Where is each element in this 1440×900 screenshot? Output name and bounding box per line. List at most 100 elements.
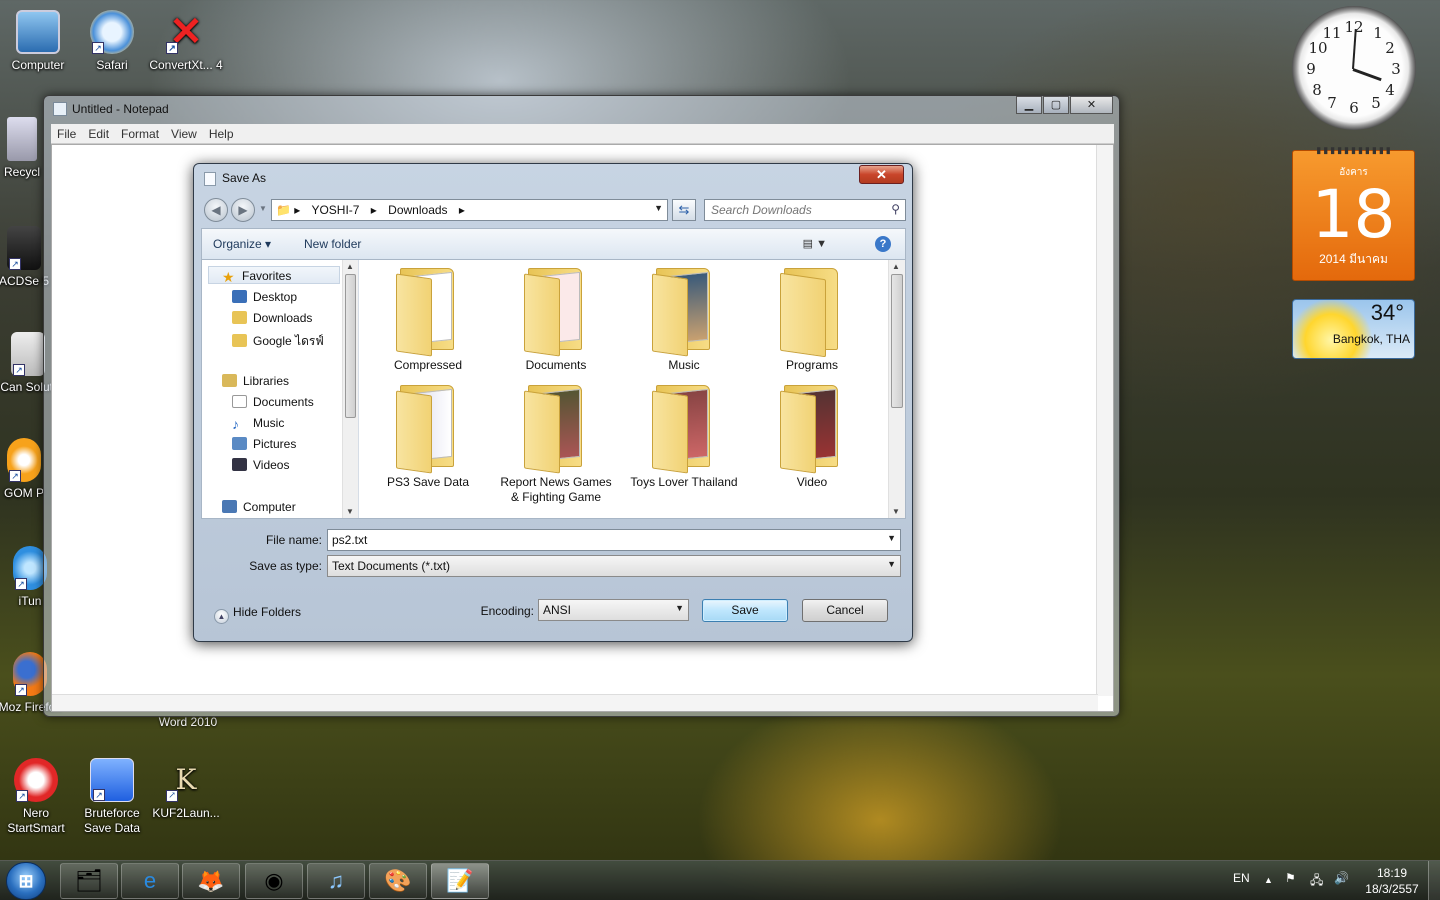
maximize-button[interactable]: ▢ xyxy=(1043,96,1069,114)
canon-menu-icon: ↗ xyxy=(11,332,45,376)
nav-pane-scrollbar[interactable]: ▲ ▼ xyxy=(342,260,358,518)
folder-item[interactable]: Documents xyxy=(500,264,612,373)
dialog-close-button[interactable]: ✕ xyxy=(859,165,904,184)
taskbar-paint-icon[interactable]: 🎨 xyxy=(369,863,427,899)
computer-icon xyxy=(16,10,60,54)
volume-icon[interactable]: 🔊 xyxy=(1334,871,1349,885)
network-icon[interactable]: 🖧 xyxy=(1310,871,1323,892)
show-hidden-icons-icon[interactable]: ▲ xyxy=(1264,875,1273,885)
hide-folders-button[interactable]: ▲ Hide Folders xyxy=(214,605,301,624)
chevron-down-icon[interactable]: ▼ xyxy=(675,603,684,613)
menu-view[interactable]: View xyxy=(165,124,203,143)
desktop-icon-safari[interactable]: ↗ Safari xyxy=(74,10,150,73)
menu-format[interactable]: Format xyxy=(115,124,165,143)
chevron-down-icon[interactable]: ▼ xyxy=(654,203,663,213)
refresh-button[interactable]: ⇆ xyxy=(672,199,696,221)
desktop-icon-word-2010[interactable]: Word 2010 xyxy=(150,715,226,729)
desktop-icon-bruteforce[interactable]: ↗ Bruteforce Save Data xyxy=(74,758,150,836)
file-name-input[interactable]: ps2.txt ▼ xyxy=(327,529,901,551)
navigation-row: ◀ ▶ ▼ 📁 ▸ YOSHI-7 ▸ Downloads ▸ ▼ ⇆ ⚲ xyxy=(202,197,906,223)
file-list-scrollbar[interactable]: ▲ ▼ xyxy=(888,260,905,518)
menu-edit[interactable]: Edit xyxy=(82,124,115,143)
folder-item[interactable]: Report News Games & Fighting Game xyxy=(500,381,612,516)
nav-item-videos[interactable]: Videos xyxy=(232,458,289,472)
file-name: Music xyxy=(668,358,700,372)
taskbar-notepad-icon[interactable]: 📝 xyxy=(431,863,489,899)
clock-gadget[interactable]: 12 1 2 3 4 5 6 7 8 9 10 11 xyxy=(1292,6,1416,130)
scroll-down-icon[interactable]: ▼ xyxy=(346,507,354,516)
weather-gadget[interactable]: 34° Bangkok, THA xyxy=(1292,299,1415,359)
recent-locations-button[interactable]: ▼ xyxy=(257,198,269,222)
file-name: Programs xyxy=(785,358,838,372)
nav-label: Downloads xyxy=(253,311,313,325)
scrollbar-thumb[interactable] xyxy=(891,274,903,408)
cancel-button[interactable]: Cancel xyxy=(802,599,888,622)
nav-item-music[interactable]: ♪ Music xyxy=(232,416,284,432)
language-indicator[interactable]: EN xyxy=(1233,871,1250,885)
change-view-icon[interactable]: ▤ ▼ xyxy=(803,237,827,250)
clock-number: 5 xyxy=(1371,94,1381,112)
breadcrumb-computer[interactable]: YOSHI-7 xyxy=(311,203,359,217)
close-button[interactable]: ✕ xyxy=(1070,96,1113,114)
taskbar-firefox-icon[interactable]: 🦊 xyxy=(182,863,240,899)
back-button[interactable]: ◀ xyxy=(204,198,228,222)
desktop-icon-convertxtodvd[interactable]: ✕ ↗ ConvertXt... 4 xyxy=(148,10,224,73)
breadcrumb-downloads[interactable]: Downloads xyxy=(388,203,447,217)
taskbar-chrome-icon[interactable]: ◉ xyxy=(245,863,303,899)
scroll-down-icon[interactable]: ▼ xyxy=(892,507,900,516)
folder-item[interactable]: Compressed xyxy=(372,264,484,373)
help-icon[interactable]: ? xyxy=(875,236,891,252)
taskbar-internet-explorer-icon[interactable]: e xyxy=(121,863,179,899)
desktop-icon-kuf2launcher[interactable]: K ↗ KUF2Laun... xyxy=(148,758,224,821)
nav-item-pictures[interactable]: Pictures xyxy=(232,437,296,451)
desktop-icon-nero[interactable]: ↗ Nero StartSmart xyxy=(0,758,74,836)
desktop-icon-label: ConvertXt... 4 xyxy=(149,58,223,72)
save-button[interactable]: Save xyxy=(702,599,788,622)
nav-item-desktop[interactable]: Desktop xyxy=(232,290,297,304)
taskbar-itunes-icon[interactable]: ♫ xyxy=(307,863,365,899)
nav-item-documents[interactable]: Documents xyxy=(232,395,314,409)
scroll-up-icon[interactable]: ▲ xyxy=(892,262,900,271)
system-clock[interactable]: 18:19 18/3/2557 xyxy=(1360,865,1424,897)
start-button[interactable]: ⊞ xyxy=(6,862,46,900)
search-input[interactable] xyxy=(711,201,881,219)
menu-file[interactable]: File xyxy=(51,124,82,143)
show-desktop-button[interactable] xyxy=(1428,861,1440,900)
nav-label: Google ไดรฟ์ xyxy=(253,334,324,348)
encoding-select[interactable]: ANSI ▼ xyxy=(538,599,689,621)
chevron-down-icon[interactable]: ▼ xyxy=(887,533,896,543)
horizontal-scrollbar[interactable] xyxy=(52,694,1098,711)
scroll-up-icon[interactable]: ▲ xyxy=(346,262,354,271)
nav-item-libraries[interactable]: Libraries xyxy=(222,374,289,388)
calendar-gadget[interactable]: ▮▮▮▮▮▮▮▮▮▮▮ อังคาร 18 2014 มีนาคม xyxy=(1292,145,1415,281)
taskbar-explorer-icon[interactable]: 🗂 xyxy=(60,863,118,899)
forward-button[interactable]: ▶ xyxy=(231,198,255,222)
hour-hand xyxy=(1352,68,1382,82)
new-folder-button[interactable]: New folder xyxy=(304,237,361,251)
safari-icon: ↗ xyxy=(90,10,134,54)
nav-item-google-drive[interactable]: Google ไดรฟ์ xyxy=(232,332,324,351)
breadcrumb-separator[interactable]: ▸ xyxy=(371,203,377,217)
folder-item[interactable]: Toys Lover Thailand xyxy=(628,381,740,490)
save-as-type-select[interactable]: Text Documents (*.txt) ▼ xyxy=(327,555,901,577)
action-center-flag-icon[interactable]: ⚑ xyxy=(1285,871,1296,885)
folder-item[interactable]: Music xyxy=(628,264,740,373)
breadcrumb-separator[interactable]: ▸ xyxy=(459,203,465,217)
scrollbar-thumb[interactable] xyxy=(345,274,356,418)
nav-item-computer[interactable]: Computer xyxy=(222,500,296,514)
menu-help[interactable]: Help xyxy=(203,124,240,143)
folder-icon: 📁 ▸ xyxy=(276,203,301,217)
nav-item-favorites[interactable]: ★ Favorites xyxy=(222,269,291,285)
desktop-icon-computer[interactable]: Computer xyxy=(0,10,76,73)
chevron-down-icon[interactable]: ▼ xyxy=(887,559,896,569)
organize-button[interactable]: Organize ▾ xyxy=(213,237,271,251)
search-box[interactable]: ⚲ xyxy=(704,199,906,221)
folder-item[interactable]: Programs xyxy=(756,264,868,373)
clock-date: 18/3/2557 xyxy=(1365,882,1419,896)
address-bar[interactable]: 📁 ▸ YOSHI-7 ▸ Downloads ▸ ▼ xyxy=(271,199,668,221)
folder-item[interactable]: Video xyxy=(756,381,868,490)
folder-item[interactable]: PS3 Save Data xyxy=(372,381,484,490)
vertical-scrollbar[interactable] xyxy=(1096,145,1113,696)
nav-item-downloads[interactable]: Downloads xyxy=(232,311,312,325)
minimize-button[interactable]: ▁ xyxy=(1016,96,1042,114)
